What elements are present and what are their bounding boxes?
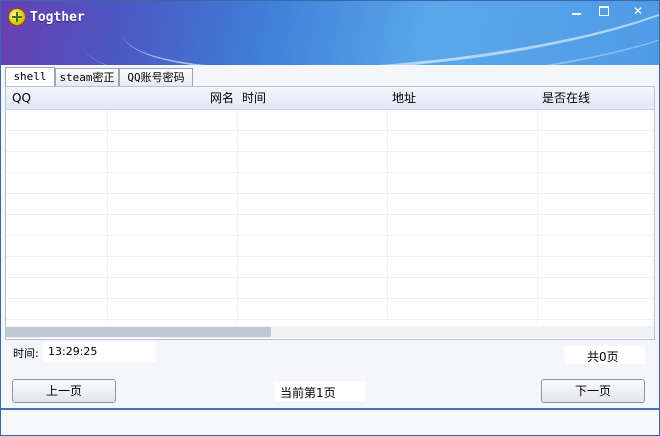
current-page-label: 当前第1页 bbox=[280, 386, 336, 400]
horizontal-scrollbar[interactable] bbox=[6, 326, 654, 338]
column-header-online[interactable]: 是否在线 bbox=[542, 87, 590, 109]
table-row bbox=[6, 236, 654, 257]
grid-body bbox=[6, 110, 654, 324]
table-row bbox=[6, 278, 654, 299]
column-divider bbox=[387, 110, 388, 324]
time-value: 13:29:25 bbox=[48, 345, 98, 358]
minimize-icon bbox=[571, 13, 581, 15]
tab-qq-account[interactable]: QQ账号密码 bbox=[119, 68, 193, 86]
column-header-qq[interactable]: QQ bbox=[12, 87, 31, 109]
tab-shell[interactable]: shell bbox=[5, 67, 55, 86]
prev-page-button[interactable]: 上一页 bbox=[12, 379, 116, 403]
time-label: 时间: bbox=[13, 347, 39, 360]
scrollbar-thumb[interactable] bbox=[6, 327, 271, 337]
table-row bbox=[6, 215, 654, 236]
close-icon: ✕ bbox=[632, 4, 644, 18]
close-button[interactable]: ✕ bbox=[625, 3, 651, 19]
table-row bbox=[6, 131, 654, 152]
maximize-icon bbox=[599, 6, 609, 16]
column-divider bbox=[237, 110, 238, 324]
total-pages: 共0页 bbox=[587, 350, 619, 364]
column-divider bbox=[107, 110, 108, 324]
data-grid[interactable]: QQ 网名 时间 地址 是否在线 bbox=[5, 86, 655, 340]
column-header-address[interactable]: 地址 bbox=[392, 87, 416, 109]
table-row bbox=[6, 173, 654, 194]
main-window: Togther ✕ shell steam密正 QQ账号密码 QQ 网名 时间 … bbox=[0, 0, 660, 436]
column-divider bbox=[537, 110, 538, 324]
title-bar[interactable]: Togther ✕ bbox=[1, 1, 659, 65]
window-title: Togther bbox=[30, 10, 85, 25]
app-plus-icon bbox=[9, 9, 25, 25]
minimize-button[interactable] bbox=[563, 3, 589, 19]
column-header-nickname[interactable]: 网名 bbox=[204, 87, 234, 109]
table-row bbox=[6, 194, 654, 215]
table-row bbox=[6, 152, 654, 173]
table-row bbox=[6, 257, 654, 278]
table-row bbox=[6, 110, 654, 131]
status-bar bbox=[1, 408, 659, 435]
maximize-button[interactable] bbox=[591, 3, 617, 19]
column-header-time[interactable]: 时间 bbox=[242, 87, 266, 109]
table-row bbox=[6, 299, 654, 320]
tab-steam[interactable]: steam密正 bbox=[55, 68, 119, 86]
grid-header: QQ 网名 时间 地址 是否在线 bbox=[6, 87, 654, 110]
next-page-button[interactable]: 下一页 bbox=[541, 379, 645, 403]
